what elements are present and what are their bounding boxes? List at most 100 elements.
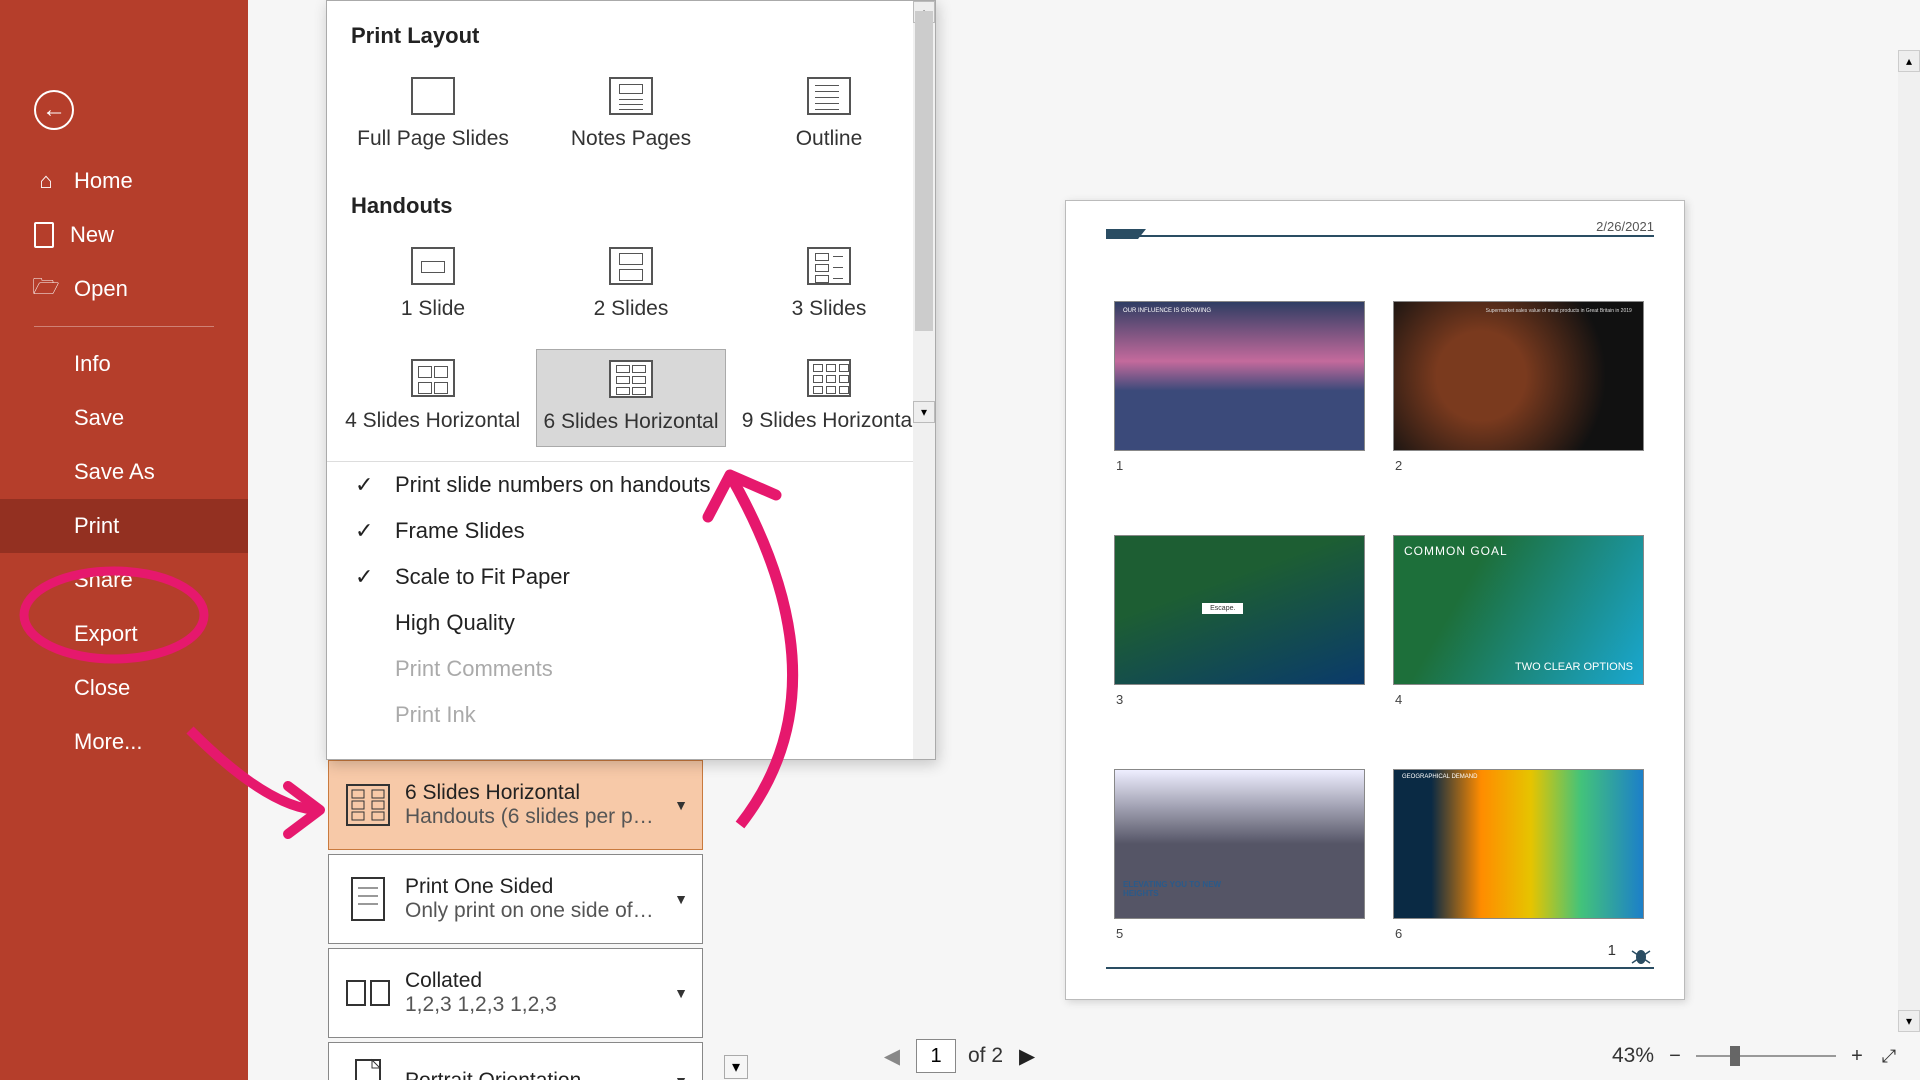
layout-option-label: 9 Slides Horizontal xyxy=(742,409,917,432)
check-label: Scale to Fit Paper xyxy=(395,564,570,590)
dropdown-line2: Only print on one side of… xyxy=(405,899,655,923)
preview-header-rule xyxy=(1106,235,1654,237)
panel-scrollbar[interactable]: ▴ ▾ xyxy=(913,1,935,759)
nav-more[interactable]: More... xyxy=(0,715,248,769)
zoom-thumb[interactable] xyxy=(1730,1046,1740,1066)
handout-grid: OUR INFLUENCE IS GROWING 1 Supermarket s… xyxy=(1114,301,1644,919)
preview-header-tab xyxy=(1106,229,1146,239)
preview-date: 2/26/2021 xyxy=(1596,219,1654,234)
option-9-slides-horizontal[interactable]: 9 Slides Horizontal xyxy=(736,349,923,447)
document-icon xyxy=(34,222,54,248)
check-print-ink: Print Ink xyxy=(327,692,935,738)
nav-export[interactable]: Export xyxy=(0,607,248,661)
nav-label: Save As xyxy=(74,459,155,485)
check-label: Print Comments xyxy=(395,656,553,682)
nav-home[interactable]: ⌂ Home xyxy=(0,154,248,208)
page-total: of 2 xyxy=(968,1044,1003,1068)
slide-title: Supermarket sales value of meat products… xyxy=(1486,308,1635,314)
handout-slide-4: COMMON GOAL TWO CLEAR OPTIONS 4 xyxy=(1393,535,1644,685)
scroll-down-button[interactable]: ▾ xyxy=(1898,1010,1920,1032)
collated-icon xyxy=(339,964,397,1022)
home-icon: ⌂ xyxy=(34,169,58,193)
backstage-nav: ← ⌂ Home New 🗁 Open Info Save Save As Pr… xyxy=(0,0,248,1080)
layout-option-label: 2 Slides xyxy=(594,297,669,320)
nav-label: More... xyxy=(74,729,142,755)
handout-slide-6: GEOGRAPHICAL DEMAND 6 xyxy=(1393,769,1644,919)
scroll-up-button[interactable]: ▴ xyxy=(1898,50,1920,72)
settings-scroll-down[interactable]: ▾ xyxy=(724,1055,748,1079)
option-2-slides[interactable]: 2 Slides xyxy=(537,237,725,333)
dropdown-line2: Handouts (6 slides per p… xyxy=(405,805,655,829)
option-3-slides[interactable]: 3 Slides xyxy=(735,237,923,333)
layout-option-label: 1 Slide xyxy=(401,297,465,320)
nav-label: New xyxy=(70,222,114,248)
chevron-down-icon: ▼ xyxy=(674,985,688,1001)
option-6-slides-horizontal[interactable]: 6 Slides Horizontal xyxy=(536,349,725,447)
handout-slide-3: Escape. 3 xyxy=(1114,535,1365,685)
chevron-down-icon: ▼ xyxy=(674,797,688,813)
layout-dropdown[interactable]: 6 Slides Horizontal Handouts (6 slides p… xyxy=(328,760,703,850)
option-notes-pages[interactable]: Notes Pages xyxy=(537,67,725,163)
option-full-page-slides[interactable]: Full Page Slides xyxy=(339,67,527,163)
slide-number: 1 xyxy=(1116,458,1123,473)
slide-title: OUR INFLUENCE IS GROWING xyxy=(1123,308,1211,314)
nav-close[interactable]: Close xyxy=(0,661,248,715)
prev-page-button[interactable]: ◀ xyxy=(880,1044,904,1068)
next-page-button[interactable]: ▶ xyxy=(1015,1044,1039,1068)
layout-option-label: 4 Slides Horizontal xyxy=(345,409,520,432)
nav-new[interactable]: New xyxy=(0,208,248,262)
dropdown-line1: Collated xyxy=(405,969,702,993)
nav-save-as[interactable]: Save As xyxy=(0,445,248,499)
nav-save[interactable]: Save xyxy=(0,391,248,445)
handout-slide-2: Supermarket sales value of meat products… xyxy=(1393,301,1644,451)
nav-open[interactable]: 🗁 Open xyxy=(0,262,248,316)
scroll-thumb[interactable] xyxy=(915,11,933,331)
zoom-controls: 43% − + ⤢ xyxy=(1612,1044,1900,1068)
slide-number: 5 xyxy=(1116,926,1123,941)
preview-page-number: 1 xyxy=(1608,942,1616,959)
layout-option-label: 6 Slides Horizontal xyxy=(543,410,718,433)
dropdown-line1: Portrait Orientation xyxy=(405,1069,702,1080)
handout-slide-1: OUR INFLUENCE IS GROWING 1 xyxy=(1114,301,1365,451)
sides-dropdown[interactable]: Print One Sided Only print on one side o… xyxy=(328,854,703,944)
option-outline[interactable]: Outline xyxy=(735,67,923,163)
preview-scrollbar[interactable]: ▴ ▾ xyxy=(1898,50,1920,1032)
arrow-left-icon: ← xyxy=(42,96,66,124)
slide-number: 3 xyxy=(1116,692,1123,707)
scroll-down-button[interactable]: ▾ xyxy=(913,401,935,423)
portrait-icon xyxy=(339,1052,397,1080)
slide-title: Escape. xyxy=(1202,603,1243,614)
zoom-out-button[interactable]: − xyxy=(1664,1045,1686,1067)
section-handouts: Handouts xyxy=(327,171,935,229)
check-frame-slides[interactable]: ✓ Frame Slides xyxy=(327,508,935,554)
slide-number: 6 xyxy=(1395,926,1402,941)
nav-label: Info xyxy=(74,351,111,377)
orientation-dropdown[interactable]: Portrait Orientation ▼ xyxy=(328,1042,703,1080)
nav-print[interactable]: Print xyxy=(0,499,248,553)
back-button[interactable]: ← xyxy=(34,90,74,130)
nav-share[interactable]: Share xyxy=(0,553,248,607)
check-high-quality[interactable]: High Quality xyxy=(327,600,935,646)
option-1-slide[interactable]: 1 Slide xyxy=(339,237,527,333)
preview-footer-rule xyxy=(1106,967,1654,969)
check-icon: ✓ xyxy=(355,564,377,590)
current-page-input[interactable] xyxy=(916,1039,956,1073)
nav-label: Home xyxy=(74,168,133,194)
option-4-slides-horizontal[interactable]: 4 Slides Horizontal xyxy=(339,349,526,447)
slide-title: GEOGRAPHICAL DEMAND xyxy=(1402,774,1477,780)
footer-logo-icon xyxy=(1628,947,1654,967)
layout-option-label: Full Page Slides xyxy=(357,127,509,150)
check-slide-numbers[interactable]: ✓Print slide numbers on handouts xyxy=(327,462,935,508)
fit-to-window-button[interactable]: ⤢ xyxy=(1878,1045,1900,1067)
handout-slide-5: ELEVATING YOU TO NEW HEIGHTS 5 xyxy=(1114,769,1365,919)
slide-subtitle: TWO CLEAR OPTIONS xyxy=(1515,661,1633,674)
zoom-in-button[interactable]: + xyxy=(1846,1045,1868,1067)
check-scale-to-fit[interactable]: ✓ Scale to Fit Paper xyxy=(327,554,935,600)
check-icon: ✓ xyxy=(355,518,377,544)
check-label: Frame Slides xyxy=(395,518,525,544)
slide-title: ELEVATING YOU TO NEW HEIGHTS xyxy=(1123,880,1248,898)
print-settings-stack: 6 Slides Horizontal Handouts (6 slides p… xyxy=(328,760,703,1080)
zoom-slider[interactable] xyxy=(1696,1055,1836,1057)
collate-dropdown[interactable]: Collated 1,2,3 1,2,3 1,2,3 ▼ xyxy=(328,948,703,1038)
nav-info[interactable]: Info xyxy=(0,337,248,391)
